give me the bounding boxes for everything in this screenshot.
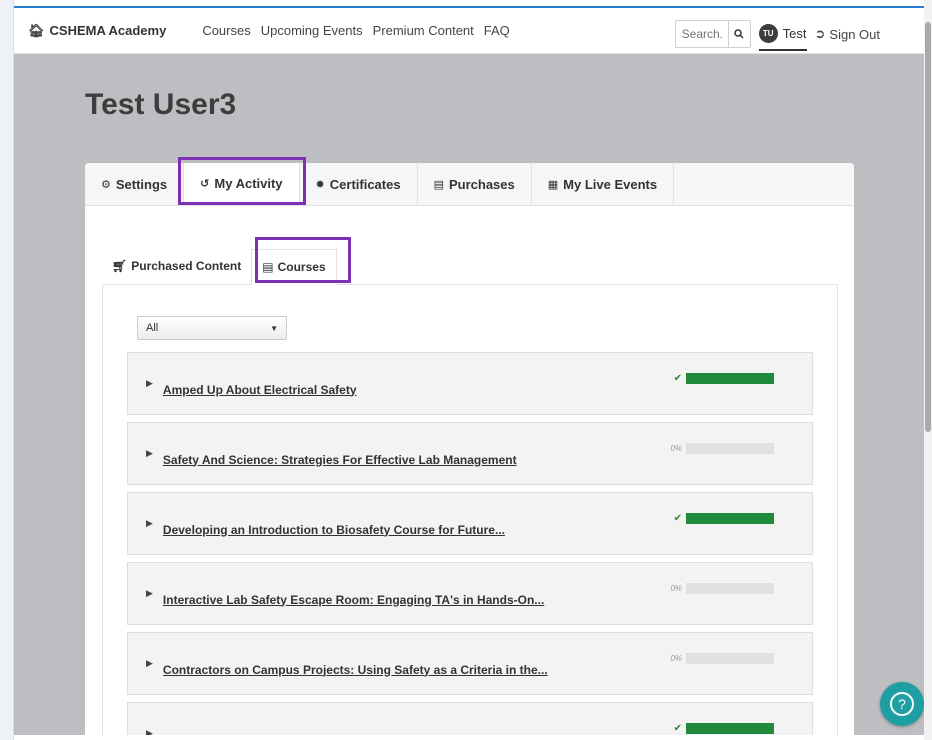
caret-right-icon[interactable]: ▶: [146, 658, 153, 669]
course-progress: 0%: [668, 583, 774, 594]
course-title-link[interactable]: Developing a Standardized Safety Approac…: [163, 733, 515, 736]
course-row[interactable]: ▶ Safety And Science: Strategies For Effe…: [127, 422, 813, 485]
course-row[interactable]: ▶ Contractors on Campus Projects: Using S…: [127, 632, 813, 695]
scrollbar-thumb[interactable]: [925, 22, 931, 432]
filter-selected-value: All: [146, 322, 159, 334]
tab-label: Purchases: [448, 176, 515, 192]
nav-link-faq[interactable]: FAQ: [484, 23, 510, 38]
browser-frame: 🏠︎ CSHEMA Academy Courses Upcoming Event…: [0, 0, 932, 740]
course-row[interactable]: ▶ Interactive Lab Safety Escape Room: Eng…: [127, 562, 813, 625]
check-icon: ✔: [673, 723, 682, 734]
cart-icon: 🛒︎: [112, 259, 128, 273]
brand-link[interactable]: 🏠︎ CSHEMA Academy: [28, 23, 166, 39]
course-title-link[interactable]: Amped Up About Electrical Safety: [163, 383, 357, 397]
history-icon: ↺: [200, 177, 210, 190]
gear-icon: ⚙: [101, 178, 111, 191]
progress-fill: [686, 373, 774, 384]
course-row[interactable]: ▶ Developing an Introduction to Biosafety…: [127, 492, 813, 555]
search-input[interactable]: [675, 21, 728, 47]
profile-panel: ⚙ Settings ↺ My Activity ✹ Certificates …: [85, 157, 854, 735]
avatar: TU: [758, 23, 778, 43]
book-icon: ▤: [262, 260, 274, 274]
tab-my-live-events[interactable]: ▦ My Live Events: [532, 163, 675, 205]
courses-content: All ▼ ▶ Amped Up About Electrical Safety ✔…: [102, 285, 838, 735]
progress-bar: [686, 443, 774, 454]
main-tabs: ⚙ Settings ↺ My Activity ✹ Certificates …: [85, 163, 854, 206]
course-title-link[interactable]: Safety And Science: Strategies For Effec…: [163, 453, 517, 467]
progress-fill: [686, 513, 774, 524]
scrollbar[interactable]: [924, 0, 932, 740]
credit-card-icon: ▤: [433, 178, 444, 191]
course-progress: ✔: [668, 513, 774, 524]
course-row[interactable]: ▶ Developing a Standardized Safety Approa…: [127, 702, 813, 735]
tab-settings[interactable]: ⚙ Settings: [85, 163, 185, 205]
course-progress: ✔: [668, 723, 774, 734]
nav-link-upcoming-events[interactable]: Upcoming Events: [261, 23, 363, 38]
course-progress: 0%: [668, 443, 774, 454]
tab-my-activity[interactable]: ↺ My Activity: [184, 163, 300, 205]
caret-right-icon[interactable]: ▶: [146, 378, 153, 389]
caret-right-icon[interactable]: ▶: [146, 448, 153, 459]
caret-right-icon[interactable]: ▶: [146, 518, 153, 529]
question-icon: ?: [890, 692, 914, 716]
check-icon: ✔: [673, 373, 682, 384]
filter-select[interactable]: All ▼: [137, 316, 287, 340]
tab-label: Settings: [115, 176, 168, 192]
user-menu[interactable]: TU Test: [758, 21, 807, 51]
nav-right: TU Test ➲ Sign Out: [674, 17, 881, 51]
progress-percent: 0%: [670, 654, 682, 663]
course-progress: 0%: [668, 653, 774, 664]
caret-down-icon: ▼: [270, 323, 278, 333]
progress-bar: [686, 583, 774, 594]
page-title: Test User3: [85, 88, 237, 121]
subtab-label: Purchased Content: [131, 259, 242, 273]
certificate-icon: ✹: [315, 178, 325, 191]
course-title-link[interactable]: Contractors on Campus Projects: Using Sa…: [163, 663, 548, 677]
nav-link-premium-content[interactable]: Premium Content: [373, 23, 474, 38]
progress-bar: [686, 373, 774, 384]
search-button[interactable]: [727, 21, 750, 47]
progress-percent: 0%: [670, 584, 682, 593]
sign-out-link[interactable]: ➲ Sign Out: [815, 26, 881, 42]
page-viewport: 🏠︎ CSHEMA Academy Courses Upcoming Event…: [14, 6, 924, 735]
check-icon: ✔: [673, 513, 682, 524]
progress-bar: [686, 653, 774, 664]
tab-label: My Activity: [214, 175, 283, 191]
course-row[interactable]: ▶ Amped Up About Electrical Safety ✔: [127, 352, 813, 415]
progress-bar: [686, 723, 774, 734]
calendar-icon: ▦: [547, 178, 559, 191]
nav-links: Courses Upcoming Events Premium Content …: [202, 23, 509, 38]
left-edge: [0, 0, 14, 740]
progress-percent: 0%: [670, 444, 682, 453]
course-progress: ✔: [668, 373, 774, 384]
search-box: [674, 20, 751, 48]
caret-right-icon[interactable]: ▶: [146, 588, 153, 599]
sign-out-icon: ➲: [814, 26, 826, 41]
tab-certificates[interactable]: ✹ Certificates: [300, 163, 418, 205]
sign-out-label: Sign Out: [829, 26, 880, 42]
subtab-courses[interactable]: ▤ Courses: [251, 249, 337, 285]
nav-link-courses[interactable]: Courses: [202, 23, 250, 38]
top-navbar: 🏠︎ CSHEMA Academy Courses Upcoming Event…: [14, 8, 924, 54]
course-list: ▶ Amped Up About Electrical Safety ✔ ▶ Safet…: [127, 352, 813, 735]
progress-fill: [686, 723, 774, 734]
home-icon: 🏠︎: [28, 22, 45, 38]
caret-right-icon[interactable]: ▶: [146, 728, 153, 735]
course-title-link[interactable]: Interactive Lab Safety Escape Room: Enga…: [163, 593, 544, 607]
subtab-purchased-content[interactable]: 🛒︎ Purchased Content: [102, 248, 251, 284]
search-icon: [734, 29, 744, 39]
help-button[interactable]: ?: [880, 682, 924, 726]
subtab-label: Courses: [277, 260, 326, 274]
tab-label: My Live Events: [563, 176, 658, 192]
progress-bar: [686, 513, 774, 524]
tab-purchases[interactable]: ▤ Purchases: [418, 163, 532, 205]
tab-label: Certificates: [329, 176, 401, 192]
sub-tabs: 🛒︎ Purchased Content ▤ Courses: [102, 243, 838, 285]
user-name: Test: [782, 25, 807, 41]
course-title-link[interactable]: Developing an Introduction to Biosafety …: [163, 523, 505, 537]
brand-name: CSHEMA Academy: [49, 23, 167, 38]
